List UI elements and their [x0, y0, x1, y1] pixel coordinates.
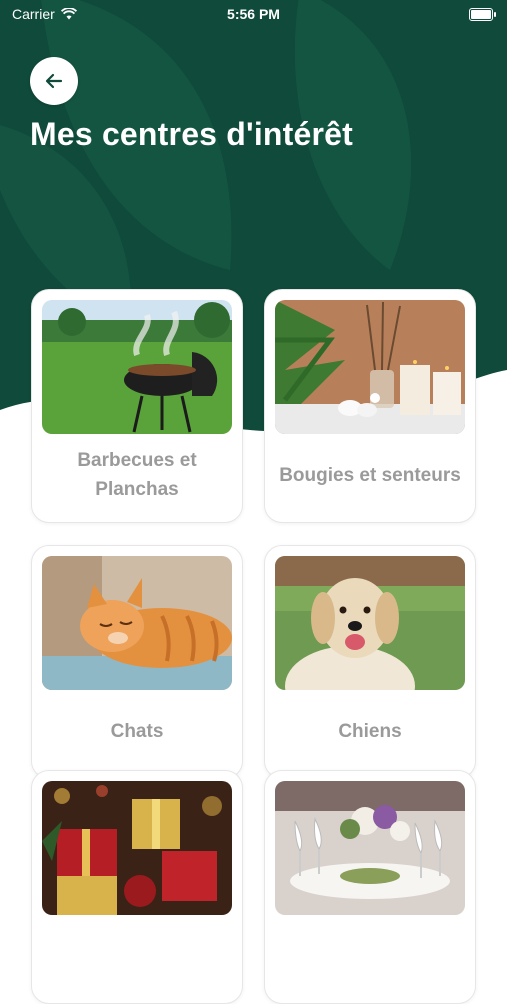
arrow-left-icon: [45, 73, 63, 89]
back-button[interactable]: [30, 57, 78, 105]
candles-photo: [275, 300, 465, 434]
interest-label: [40, 921, 234, 991]
interest-label: [273, 921, 467, 991]
cat-photo: [42, 556, 232, 690]
interest-label: Bougies et senteurs: [279, 464, 461, 486]
page-title: Mes centres d'intérêt: [30, 116, 354, 152]
interest-label: Chats: [110, 720, 164, 742]
barbecue-photo: [42, 300, 232, 434]
table-setting-photo: [275, 781, 465, 915]
interest-card-cats[interactable]: Chats: [31, 545, 243, 779]
interest-card-dogs[interactable]: Chiens: [264, 545, 476, 779]
dog-photo: [275, 556, 465, 690]
status-time: 5:56 PM: [227, 6, 280, 22]
interest-card-christmas-gifts[interactable]: [31, 770, 243, 1004]
interest-card-barbecue[interactable]: Barbecues et Planchas: [31, 289, 243, 523]
interest-card-candles[interactable]: Bougies et senteurs: [264, 289, 476, 523]
status-bar: Carrier 5:56 PM: [0, 0, 507, 28]
interest-label: Barbecues et Planchas: [77, 450, 197, 500]
christmas-gifts-photo: [42, 781, 232, 915]
battery-icon: [469, 8, 496, 21]
interest-card-table-setting[interactable]: [264, 770, 476, 1004]
interest-label: Chiens: [338, 720, 402, 742]
